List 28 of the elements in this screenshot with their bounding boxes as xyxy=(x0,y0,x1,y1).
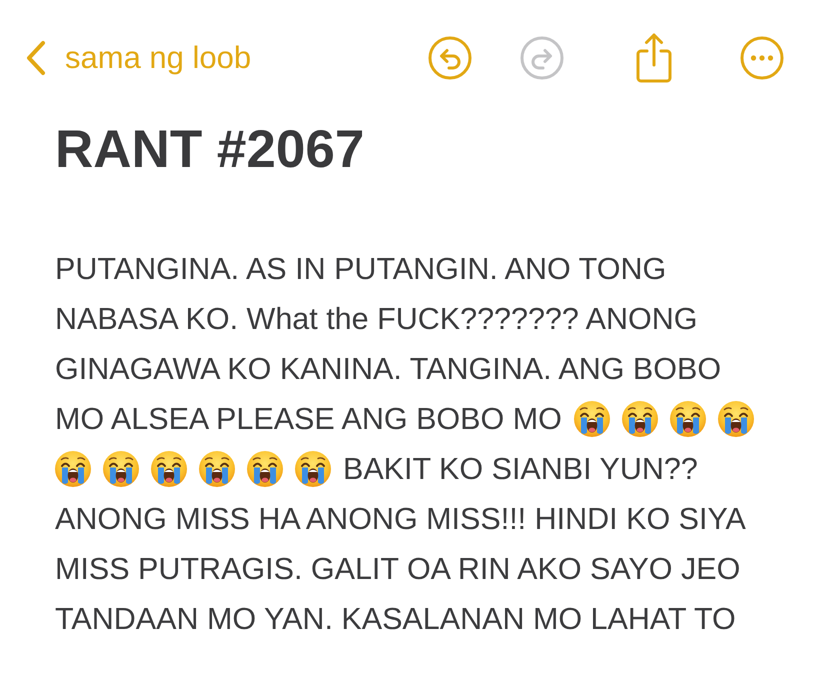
crying-face-icon xyxy=(622,401,658,437)
note-title: RANT #2067 xyxy=(55,119,366,181)
note-text: GINAGAWA KO KANINA. TANGINA. ANG BOBO xyxy=(55,351,722,388)
redo-icon xyxy=(520,36,564,80)
back-button[interactable]: sama ng loob xyxy=(26,38,252,78)
note-text: PUTANGINA. AS IN PUTANGIN. ANO TONG xyxy=(55,251,666,288)
undo-button[interactable] xyxy=(428,36,472,80)
note-text: BAKIT KO SIANBI YUN?? xyxy=(343,451,698,488)
crying-face-icon xyxy=(718,401,754,437)
crying-face-icon xyxy=(199,451,235,487)
note-text: MO ALSEA PLEASE ANG BOBO MO xyxy=(55,401,562,438)
crying-face-icon xyxy=(55,451,91,487)
more-button[interactable] xyxy=(740,36,784,80)
chevron-left-icon xyxy=(26,40,46,76)
undo-icon xyxy=(428,36,472,80)
crying-face-icon xyxy=(151,451,187,487)
note-text: NABASA KO. What the FUCK??????? ANONG xyxy=(55,301,698,338)
crying-face-icon xyxy=(574,401,610,437)
crying-face-icon xyxy=(295,451,331,487)
note-text: TANDAAN MO YAN. KASALANAN MO LAHAT TO xyxy=(55,601,736,638)
share-icon xyxy=(635,32,673,84)
crying-face-icon xyxy=(247,451,283,487)
note-text: ANONG MISS HA ANONG MISS!!! HINDI KO SIYA xyxy=(55,501,746,538)
crying-face-icon xyxy=(670,401,706,437)
more-icon xyxy=(740,36,784,80)
note-text: MISS PUTRAGIS. GALIT OA RIN AKO SAYO JEO xyxy=(55,551,740,588)
share-button[interactable] xyxy=(635,32,673,84)
crying-face-icon xyxy=(103,451,139,487)
